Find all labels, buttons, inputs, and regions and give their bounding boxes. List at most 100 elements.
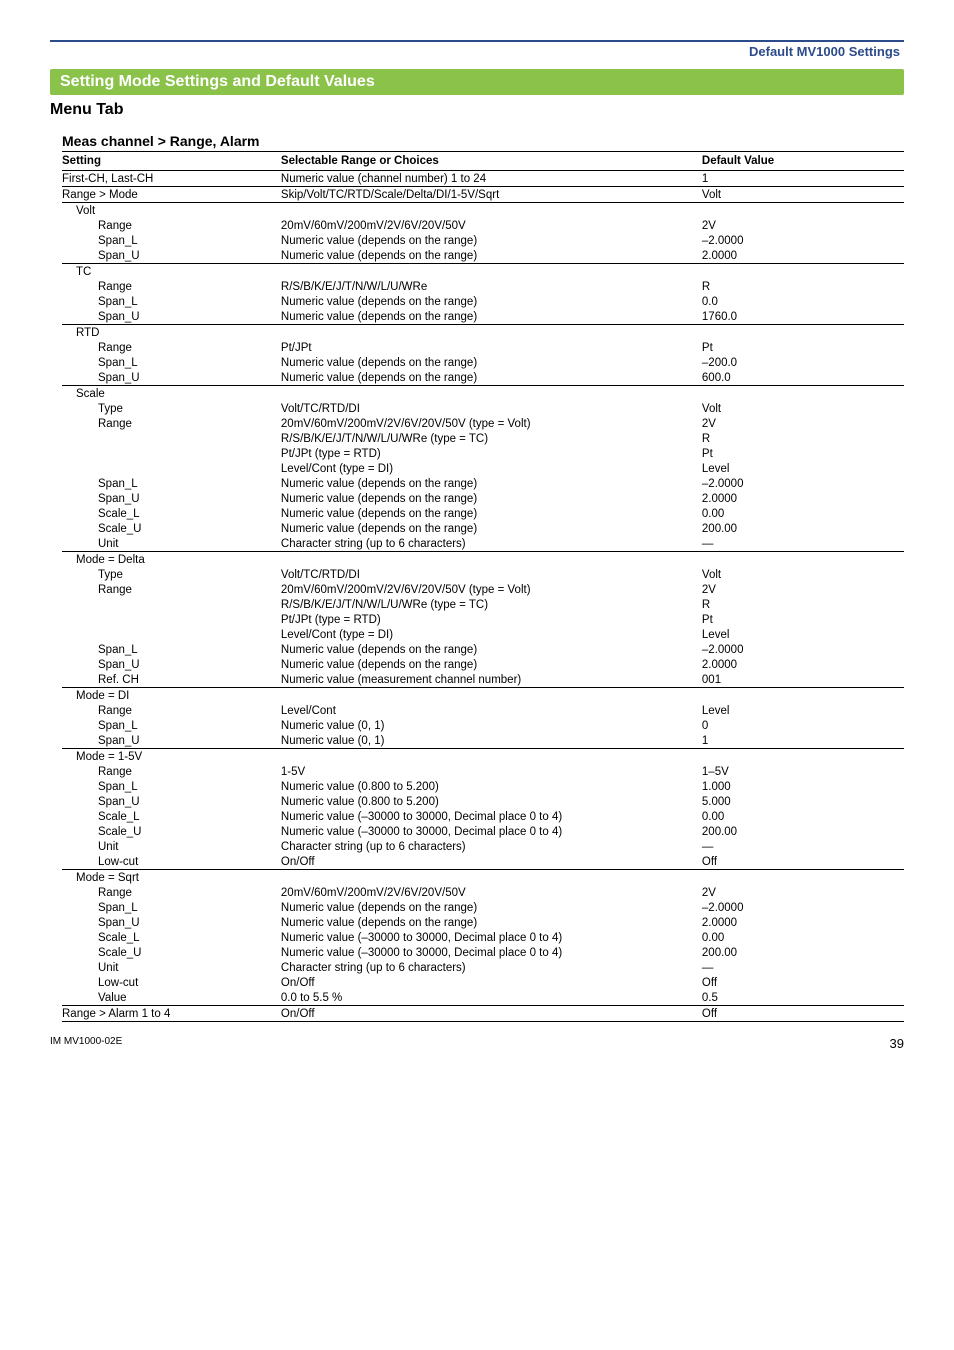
cell-setting: TC — [62, 264, 281, 280]
cell-choices: On/Off — [281, 854, 702, 870]
cell-choices — [281, 688, 702, 704]
table-row: Scale_LNumeric value (depends on the ran… — [62, 506, 904, 521]
cell-choices: Skip/Volt/TC/RTD/Scale/Delta/DI/1-5V/Sqr… — [281, 187, 702, 203]
table-row: Range > Alarm 1 to 4On/OffOff — [62, 1006, 904, 1022]
cell-default: R — [702, 279, 904, 294]
cell-setting: Range — [62, 416, 281, 431]
cell-setting: Span_L — [62, 900, 281, 915]
cell-default: Off — [702, 1006, 904, 1022]
cell-default: Volt — [702, 401, 904, 416]
cell-choices: Pt/JPt (type = RTD) — [281, 612, 702, 627]
cell-setting: Volt — [62, 203, 281, 219]
cell-default: — — [702, 536, 904, 552]
table-row: First-CH, Last-CHNumeric value (channel … — [62, 171, 904, 187]
table-row: RTD — [62, 325, 904, 341]
table-row: Scale_UNumeric value (–30000 to 30000, D… — [62, 945, 904, 960]
cell-setting: Span_U — [62, 733, 281, 749]
cell-default: 0.00 — [702, 930, 904, 945]
cell-choices: Numeric value (depends on the range) — [281, 506, 702, 521]
cell-choices: Numeric value (depends on the range) — [281, 370, 702, 386]
cell-default: 2.0000 — [702, 491, 904, 506]
table-row: TypeVolt/TC/RTD/DIVolt — [62, 567, 904, 582]
table-row: R/S/B/K/E/J/T/N/W/L/U/WRe (type = TC)R — [62, 597, 904, 612]
table-row: Range20mV/60mV/200mV/2V/6V/20V/50V (type… — [62, 582, 904, 597]
cell-setting: Range > Mode — [62, 187, 281, 203]
cell-choices — [281, 386, 702, 402]
cell-setting: Span_U — [62, 657, 281, 672]
cell-default: 0 — [702, 718, 904, 733]
cell-default: 2.0000 — [702, 657, 904, 672]
cell-setting: Scale_U — [62, 824, 281, 839]
table-row: Scale — [62, 386, 904, 402]
cell-setting: Scale_U — [62, 945, 281, 960]
cell-choices: 1-5V — [281, 764, 702, 779]
table-row: Range20mV/60mV/200mV/2V/6V/20V/50V (type… — [62, 416, 904, 431]
cell-choices: Numeric value (depends on the range) — [281, 248, 702, 264]
cell-setting: Span_U — [62, 248, 281, 264]
cell-setting: Range — [62, 703, 281, 718]
cell-default: R — [702, 431, 904, 446]
cell-default — [702, 264, 904, 280]
cell-default: 1 — [702, 733, 904, 749]
cell-default: 1760.0 — [702, 309, 904, 325]
cell-default: 2.0000 — [702, 915, 904, 930]
cell-choices: 20mV/60mV/200mV/2V/6V/20V/50V — [281, 885, 702, 900]
table-row: Low-cutOn/OffOff — [62, 975, 904, 990]
table-row: Span_LNumeric value (depends on the rang… — [62, 294, 904, 309]
cell-default: 001 — [702, 672, 904, 688]
table-row: Volt — [62, 203, 904, 219]
table-header-row: Setting Selectable Range or Choices Defa… — [62, 152, 904, 171]
cell-choices: Numeric value (0, 1) — [281, 733, 702, 749]
cell-setting — [62, 612, 281, 627]
cell-default: Volt — [702, 567, 904, 582]
cell-setting: Span_L — [62, 642, 281, 657]
cell-choices: Numeric value (depends on the range) — [281, 491, 702, 506]
table-row: Ref. CHNumeric value (measurement channe… — [62, 672, 904, 688]
cell-setting: Mode = Delta — [62, 552, 281, 568]
cell-choices: Numeric value (depends on the range) — [281, 355, 702, 370]
cell-setting — [62, 461, 281, 476]
table-row: R/S/B/K/E/J/T/N/W/L/U/WRe (type = TC)R — [62, 431, 904, 446]
cell-default: Level — [702, 627, 904, 642]
col-choices-header: Selectable Range or Choices — [281, 152, 702, 171]
cell-choices: Numeric value (–30000 to 30000, Decimal … — [281, 824, 702, 839]
cell-default: Level — [702, 461, 904, 476]
cell-default: 2.0000 — [702, 248, 904, 264]
cell-default: 0.00 — [702, 809, 904, 824]
cell-default: –2.0000 — [702, 900, 904, 915]
table-row: Mode = Sqrt — [62, 870, 904, 886]
table-row: Range1-5V1–5V — [62, 764, 904, 779]
cell-setting: Type — [62, 567, 281, 582]
cell-choices: Numeric value (0.800 to 5.200) — [281, 794, 702, 809]
cell-setting — [62, 431, 281, 446]
col-default-header: Default Value — [702, 152, 904, 171]
settings-table: Setting Selectable Range or Choices Defa… — [62, 151, 904, 1022]
table-row: Span_LNumeric value (depends on the rang… — [62, 642, 904, 657]
cell-setting — [62, 446, 281, 461]
cell-default — [702, 688, 904, 704]
cell-choices — [281, 870, 702, 886]
cell-default — [702, 552, 904, 568]
table-row: UnitCharacter string (up to 6 characters… — [62, 960, 904, 975]
cell-default: — — [702, 960, 904, 975]
cell-choices: Numeric value (–30000 to 30000, Decimal … — [281, 945, 702, 960]
table-row: Span_UNumeric value (depends on the rang… — [62, 248, 904, 264]
cell-default: 2V — [702, 885, 904, 900]
cell-choices: Numeric value (channel number) 1 to 24 — [281, 171, 702, 187]
table-row: Mode = 1-5V — [62, 749, 904, 765]
cell-choices: Numeric value (measurement channel numbe… — [281, 672, 702, 688]
table-row: Low-cutOn/OffOff — [62, 854, 904, 870]
cell-setting: Span_L — [62, 233, 281, 248]
cell-choices: 20mV/60mV/200mV/2V/6V/20V/50V (type = Vo… — [281, 582, 702, 597]
cell-setting: Span_U — [62, 309, 281, 325]
cell-choices: Numeric value (depends on the range) — [281, 476, 702, 491]
cell-default: 200.00 — [702, 521, 904, 536]
cell-choices — [281, 552, 702, 568]
table-row: Span_UNumeric value (depends on the rang… — [62, 657, 904, 672]
table-row: Span_LNumeric value (depends on the rang… — [62, 476, 904, 491]
cell-setting: Span_U — [62, 794, 281, 809]
cell-setting: Scale_U — [62, 521, 281, 536]
cell-choices: Pt/JPt — [281, 340, 702, 355]
cell-choices: Numeric value (–30000 to 30000, Decimal … — [281, 930, 702, 945]
cell-choices: R/S/B/K/E/J/T/N/W/L/U/WRe (type = TC) — [281, 431, 702, 446]
